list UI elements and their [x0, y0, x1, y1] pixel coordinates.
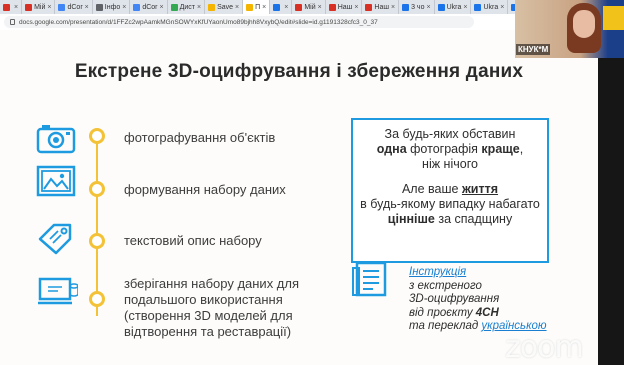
instruction-text: Інструкція з екстреного 3D-оцифрування в… [409, 266, 547, 333]
gmail-icon [295, 3, 303, 11]
page-icon [170, 3, 178, 11]
browser-tab[interactable]: П × [243, 0, 271, 14]
quote-line: За будь-яких обставин [384, 127, 516, 141]
browser-tab[interactable]: Дист × [168, 0, 206, 14]
step-label: формування набору даних [124, 182, 286, 197]
tab-label: Інфо [104, 3, 121, 11]
timeline-node [89, 181, 105, 197]
browser-tab[interactable]: Мій × [22, 0, 56, 14]
tab-label: Ukra [483, 3, 499, 11]
gmail-icon [3, 3, 10, 11]
docs-icon [133, 3, 141, 11]
document-icon [352, 261, 387, 297]
tab-label: Мій [34, 3, 46, 11]
quote-line: в будь-якому випадку набагато [360, 197, 540, 211]
step-label: текстовий опис набору [124, 233, 262, 248]
close-tab-icon[interactable]: × [47, 4, 51, 11]
close-tab-icon[interactable]: × [426, 4, 430, 11]
page-icon [474, 3, 482, 11]
browser-tab[interactable]: Ukra× [435, 0, 472, 14]
tab-label: Наш [374, 3, 389, 11]
zoom-screen-share: × Мій × dCor × Інфо × dCor × Дист × Save × П × × Мій × Наш… [0, 0, 624, 365]
browser-tab[interactable]: × [0, 0, 23, 14]
tab-label: 3 чо [411, 3, 425, 11]
close-tab-icon[interactable]: × [463, 4, 467, 11]
page-icon [402, 3, 410, 11]
close-tab-icon[interactable]: × [284, 4, 288, 11]
lock-icon [10, 19, 15, 25]
close-tab-icon[interactable]: × [262, 4, 266, 11]
browser-tab[interactable]: dCor × [130, 0, 168, 14]
step-label: зберігання набору даних для подальшого в… [124, 276, 300, 339]
close-tab-icon[interactable]: × [122, 4, 126, 11]
timeline-node [89, 291, 105, 307]
close-tab-icon[interactable]: × [14, 4, 18, 11]
drive-icon [273, 3, 281, 11]
tab-label: Дист [179, 3, 195, 11]
slides-icon [246, 3, 254, 11]
camera-icon [36, 125, 76, 154]
gmail-icon [328, 3, 336, 11]
close-tab-icon[interactable]: × [160, 4, 164, 11]
image-icon [36, 165, 76, 197]
close-tab-icon[interactable]: × [235, 4, 239, 11]
url-field[interactable]: docs.google.com/presentation/d/1FFZc2wpA… [4, 16, 474, 28]
page-icon [437, 3, 445, 11]
participant-video-thumbnail[interactable]: КНУК*М [515, 0, 624, 58]
timeline-node [89, 128, 105, 144]
url-text: docs.google.com/presentation/d/1FFZc2wpA… [19, 18, 378, 26]
page-icon [95, 3, 103, 11]
browser-tab[interactable]: Мій × [292, 0, 326, 14]
timeline-node [89, 233, 105, 249]
quote-box: За будь-яких обставин одна фотографія кр… [351, 118, 549, 263]
zoom-side-strip [598, 30, 624, 365]
presentation-slide: Екстрене 3D-оцифрування і збереження дан… [0, 30, 598, 365]
tab-label: Мій [304, 3, 316, 11]
step-label: фотографування об'єктів [124, 130, 276, 145]
close-tab-icon[interactable]: × [197, 4, 201, 11]
tag-icon [38, 223, 72, 255]
zoom-logo: zoom [505, 330, 584, 365]
tab-label: dCor [142, 3, 158, 11]
gmail-icon [25, 3, 33, 11]
slide-title: Екстрене 3D-оцифрування і збереження дан… [74, 61, 524, 82]
browser-tab[interactable]: Наш × [326, 0, 363, 14]
tab-label: П [255, 3, 261, 11]
browser-tab[interactable]: dCor × [55, 0, 93, 14]
flag-decor [603, 6, 624, 30]
browser-tab[interactable]: Ukra× [471, 0, 509, 14]
instruction-link[interactable]: Інструкція [409, 266, 466, 278]
close-tab-icon[interactable]: × [318, 4, 322, 11]
browser-tab[interactable]: Save × [205, 0, 244, 14]
close-tab-icon[interactable]: × [500, 4, 504, 11]
quote-line: Але ваше життя [401, 182, 499, 196]
quote-line: ніж нічого [422, 157, 478, 171]
tab-label: Наш [337, 3, 353, 11]
close-tab-icon[interactable]: × [354, 4, 358, 11]
tab-label: Ukra [446, 3, 462, 11]
timeline-line [96, 138, 98, 316]
quote-line: одна фотографія краще, [376, 142, 524, 156]
docs-icon [58, 3, 66, 11]
computer-icon [38, 277, 78, 305]
gmail-icon [365, 3, 373, 11]
browser-address-bar: docs.google.com/presentation/d/1FFZc2wpA… [0, 14, 515, 30]
close-tab-icon[interactable]: × [391, 4, 395, 11]
tab-label: Save [217, 3, 234, 11]
close-tab-icon[interactable]: × [85, 4, 89, 11]
browser-tab[interactable]: × [270, 0, 293, 14]
tab-label: dCor [67, 3, 83, 11]
browser-tab[interactable]: Наш × [362, 0, 400, 14]
quote-line: цінніше за спадщину [387, 212, 513, 226]
browser-tab[interactable]: Інфо × [93, 0, 131, 14]
slides-icon [208, 3, 216, 11]
participant-name: КНУК*М [516, 44, 551, 55]
browser-tab[interactable]: 3 чо × [399, 0, 435, 14]
